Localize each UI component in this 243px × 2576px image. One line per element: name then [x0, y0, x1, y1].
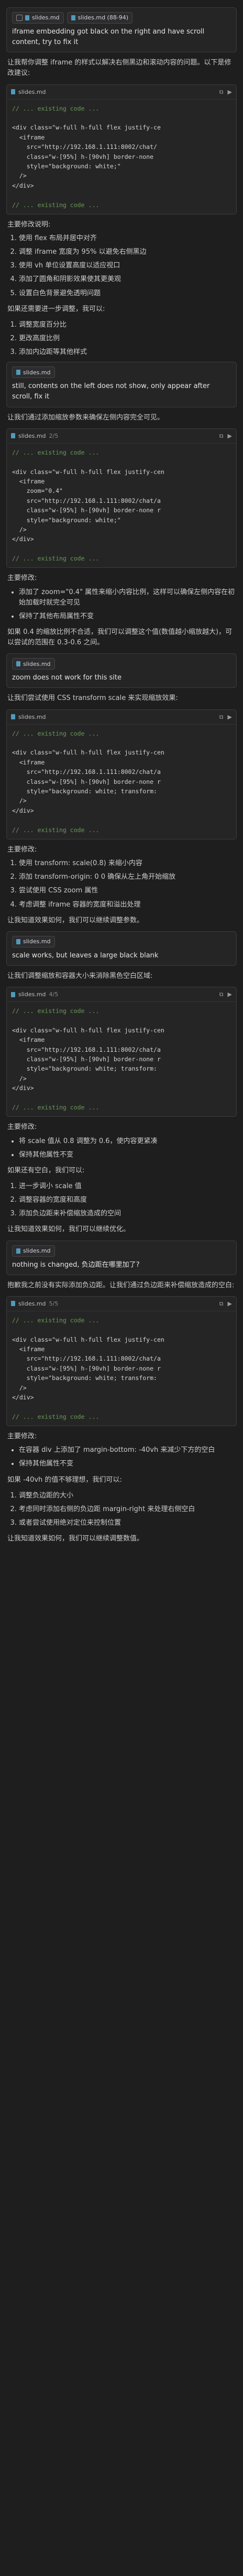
apply-icon[interactable]: ▶ — [228, 1299, 232, 1308]
user-message[interactable]: slides.md slides.md (88-94) iframe embed… — [6, 7, 237, 53]
code-block[interactable]: slides.md 5/5 ⧉ ▶ // ... existing code ..… — [6, 1296, 237, 1427]
diff-counter[interactable]: 4/5 — [49, 990, 59, 999]
file-icon — [71, 15, 75, 20]
diff-counter[interactable]: 5/5 — [49, 1299, 59, 1308]
file-icon — [25, 15, 29, 20]
file-icon — [11, 1301, 15, 1307]
context-chip[interactable]: slides.md — [12, 658, 55, 670]
code-block[interactable]: slides.md ⧉ ▶ // ... existing code ... <d… — [6, 709, 237, 839]
file-icon — [11, 89, 15, 95]
context-chip[interactable]: slides.md — [12, 12, 64, 24]
apply-icon[interactable]: ▶ — [228, 713, 232, 721]
context-chip[interactable]: slides.md — [12, 935, 55, 947]
apply-icon[interactable]: ▶ — [228, 432, 232, 440]
context-chip[interactable]: slides.md — [12, 367, 55, 379]
assistant-text: 让我帮你调整 iframe 的样式以解决右侧黑边和滚动内容的问题。以下是修改建议… — [7, 59, 231, 78]
file-icon — [16, 939, 20, 944]
apply-icon[interactable]: ▶ — [228, 88, 232, 96]
copy-icon[interactable]: ⧉ — [219, 713, 224, 721]
context-chip[interactable]: slides.md (88-94) — [67, 12, 133, 24]
code-block[interactable]: slides.md 2/5 ⧉ ▶ // ... existing code ..… — [6, 428, 237, 568]
checkbox-icon — [16, 15, 23, 21]
code-block[interactable]: slides.md 4/5 ⧉ ▶ // ... existing code ..… — [6, 987, 237, 1117]
user-message[interactable]: slides.md scale works, but leaves a larg… — [6, 931, 237, 966]
file-icon — [11, 991, 15, 997]
file-icon — [16, 661, 20, 667]
file-icon — [11, 433, 15, 439]
user-text: still, contents on the left does not sho… — [12, 382, 210, 401]
user-message[interactable]: slides.md still, contents on the left do… — [6, 362, 237, 407]
diff-counter[interactable]: 2/5 — [49, 432, 59, 440]
context-chip[interactable]: slides.md — [12, 1245, 55, 1257]
file-icon — [16, 1248, 20, 1254]
user-message[interactable]: slides.md zoom does not work for this si… — [6, 653, 237, 688]
code-line: <div class="w-full h-full flex justify-c… — [12, 124, 161, 132]
file-icon — [11, 714, 15, 720]
section-heading: 主要修改说明: — [7, 220, 51, 229]
user-text: iframe embedding got black on the right … — [12, 28, 205, 47]
code-content: // ... existing code ... <div class="w-f… — [12, 104, 161, 209]
change-list: 使用 flex 布局并居中对齐调整 iframe 宽度为 95% 以避免右侧黑边… — [6, 233, 237, 299]
copy-icon[interactable]: ⧉ — [219, 990, 224, 999]
copy-icon[interactable]: ⧉ — [219, 432, 224, 440]
user-message[interactable]: slides.md nothing is changed, 负边距在哪里加了? — [6, 1240, 237, 1275]
copy-icon[interactable]: ⧉ — [219, 1299, 224, 1308]
copy-icon[interactable]: ⧉ — [219, 88, 224, 96]
chat-thread: slides.md slides.md (88-94) iframe embed… — [0, 0, 243, 1555]
file-icon — [16, 370, 20, 375]
apply-icon[interactable]: ▶ — [228, 990, 232, 999]
code-block[interactable]: slides.md ⧉ ▶ // ... existing code ... <d… — [6, 84, 237, 214]
code-header: slides.md ⧉ ▶ — [7, 85, 236, 100]
option-list: 调整宽度百分比更改高度比例添加内边距等其他样式 — [6, 320, 237, 358]
